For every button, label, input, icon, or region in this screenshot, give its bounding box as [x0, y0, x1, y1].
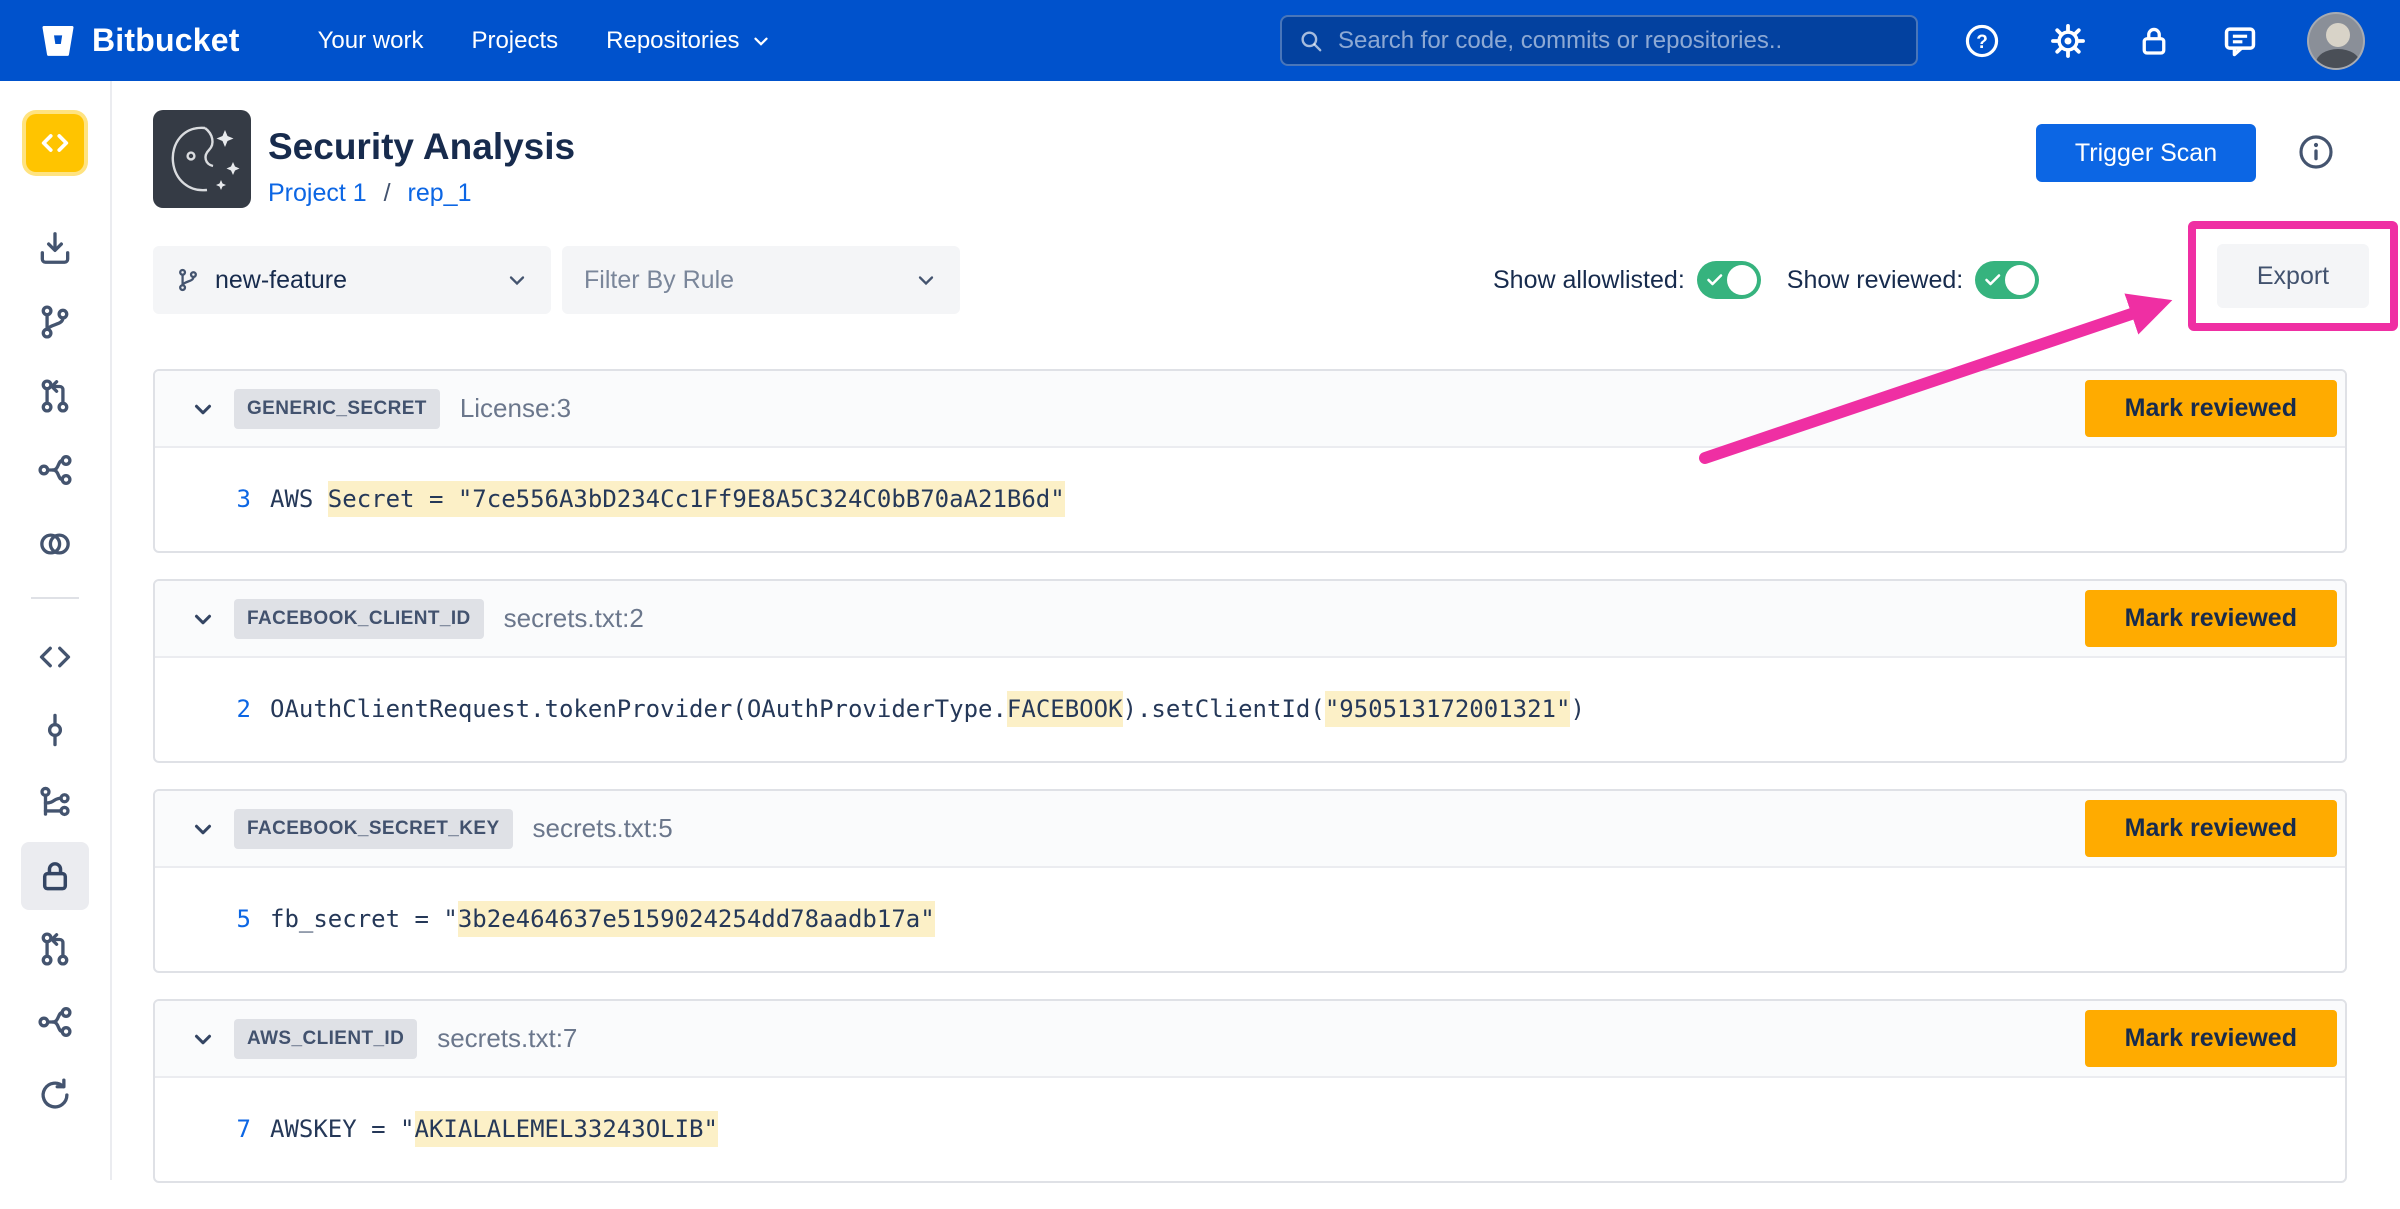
finding-header: GENERIC_SECRET License:3 Mark reviewed [155, 371, 2345, 448]
help-icon[interactable]: ? [1963, 22, 2001, 60]
left-sidebar [0, 81, 112, 1180]
pipelines-icon-2[interactable] [33, 1000, 77, 1044]
branch-selected-value: new-feature [215, 266, 347, 295]
code-line-number: 2 [191, 695, 251, 723]
svg-text:?: ? [1976, 31, 1988, 52]
search-input[interactable] [1338, 27, 1900, 55]
rule-badge: AWS_CLIENT_ID [234, 1019, 417, 1059]
info-icon[interactable] [2294, 130, 2338, 174]
chevron-down-icon[interactable] [188, 1024, 218, 1054]
finding-card: GENERIC_SECRET License:3 Mark reviewed 3… [153, 369, 2347, 553]
user-avatar[interactable] [2307, 12, 2365, 70]
finding-code-row: 3 AWS Secret = "7ce556A3bD234Cc1Ff9E8A5C… [155, 448, 2345, 549]
mark-reviewed-button[interactable]: Mark reviewed [2085, 590, 2337, 647]
brand-name: Bitbucket [92, 22, 240, 59]
lock-icon[interactable] [2135, 22, 2173, 60]
code-line: fb_secret = "3b2e464637e5159024254dd78aa… [270, 905, 935, 933]
show-allowlisted-label: Show allowlisted: [1493, 266, 1685, 295]
project-avatar [153, 110, 251, 208]
finding-code-row: 7 AWSKEY = "AKIALALEMEL33243OLIB" [155, 1078, 2345, 1179]
chevron-down-icon [505, 268, 529, 292]
source-code-icon[interactable] [33, 635, 77, 679]
nav-links: Your work Projects Repositories [318, 27, 772, 55]
bitbucket-mark-icon [38, 21, 78, 61]
code-line: AWSKEY = "AKIALALEMEL33243OLIB" [270, 1115, 718, 1143]
finding-code-row: 2 OAuthClientRequest.tokenProvider(OAuth… [155, 658, 2345, 759]
breadcrumb-project-link[interactable]: Project 1 [268, 179, 367, 207]
nav-right-icons: ? [1963, 0, 2365, 81]
bitbucket-logo[interactable]: Bitbucket [38, 21, 240, 61]
branch-icon[interactable] [33, 300, 77, 344]
deployments-icon[interactable] [33, 522, 77, 566]
rule-filter-placeholder: Filter By Rule [584, 266, 734, 295]
mark-reviewed-button[interactable]: Mark reviewed [2085, 380, 2337, 437]
rule-badge: FACEBOOK_CLIENT_ID [234, 599, 484, 639]
page-title: Security Analysis [268, 125, 575, 169]
finding-card: AWS_CLIENT_ID secrets.txt:7 Mark reviewe… [153, 999, 2347, 1183]
global-search[interactable] [1280, 15, 1918, 66]
chevron-down-icon[interactable] [188, 814, 218, 844]
toggle-knob [1727, 265, 1757, 295]
show-reviewed-toggle[interactable] [1975, 261, 2039, 299]
chevron-down-icon [914, 268, 938, 292]
branch-selector[interactable]: new-feature [153, 246, 551, 314]
finding-location: secrets.txt:2 [504, 603, 644, 634]
chevron-down-icon[interactable] [188, 394, 218, 424]
toggle-knob [2005, 265, 2035, 295]
finding-card: FACEBOOK_SECRET_KEY secrets.txt:5 Mark r… [153, 789, 2347, 973]
show-reviewed-label: Show reviewed: [1787, 266, 1963, 295]
nav-item-your-work[interactable]: Your work [318, 27, 424, 55]
annotation-highlight-box: Export [2188, 221, 2398, 331]
breadcrumb: Project 1 / rep_1 [268, 179, 575, 208]
sync-icon[interactable] [33, 1073, 77, 1117]
rule-badge: GENERIC_SECRET [234, 389, 440, 429]
security-lock-icon [36, 857, 74, 895]
rule-badge: FACEBOOK_SECRET_KEY [234, 809, 513, 849]
check-icon [1705, 270, 1725, 290]
pipelines-icon[interactable] [33, 448, 77, 492]
branches-icon[interactable] [33, 781, 77, 825]
finding-code-row: 5 fb_secret = "3b2e464637e5159024254dd78… [155, 868, 2345, 969]
clone-icon[interactable] [33, 226, 77, 270]
findings-list: GENERIC_SECRET License:3 Mark reviewed 3… [153, 369, 2347, 1209]
nav-item-projects[interactable]: Projects [471, 27, 558, 55]
show-allowlisted-toggle[interactable] [1697, 261, 1761, 299]
chevron-down-icon [750, 30, 772, 52]
pull-requests-icon[interactable] [33, 927, 77, 971]
finding-card: FACEBOOK_CLIENT_ID secrets.txt:2 Mark re… [153, 579, 2347, 763]
trigger-scan-button[interactable]: Trigger Scan [2036, 124, 2256, 182]
repository-avatar[interactable] [26, 114, 84, 172]
nav-item-repositories[interactable]: Repositories [606, 27, 771, 55]
toggle-row: Show allowlisted: Show reviewed: [1493, 246, 2039, 314]
export-button[interactable]: Export [2217, 244, 2369, 308]
finding-location: secrets.txt:5 [533, 813, 673, 844]
code-line: AWS Secret = "7ce556A3bD234Cc1Ff9E8A5C32… [270, 485, 1065, 513]
code-line-number: 5 [191, 905, 251, 933]
check-icon [1983, 270, 2003, 290]
code-line-number: 3 [191, 485, 251, 513]
finding-location: secrets.txt:7 [437, 1023, 577, 1054]
finding-header: FACEBOOK_CLIENT_ID secrets.txt:2 Mark re… [155, 581, 2345, 658]
commits-icon[interactable] [33, 708, 77, 752]
rule-filter-selector[interactable]: Filter By Rule [562, 246, 960, 314]
sidebar-divider [31, 597, 79, 599]
branch-icon [175, 267, 201, 293]
sidebar-item-security[interactable] [33, 854, 77, 898]
code-line: OAuthClientRequest.tokenProvider(OAuthPr… [270, 695, 1585, 723]
finding-location: License:3 [460, 393, 571, 424]
code-line-number: 7 [191, 1115, 251, 1143]
breadcrumb-repo-link[interactable]: rep_1 [408, 179, 472, 207]
chevron-down-icon[interactable] [188, 604, 218, 634]
mark-reviewed-button[interactable]: Mark reviewed [2085, 1010, 2337, 1067]
top-nav: Bitbucket Your work Projects Repositorie… [0, 0, 2400, 81]
pull-request-icon[interactable] [33, 374, 77, 418]
main-content: Security Analysis Project 1 / rep_1 Trig… [112, 81, 2400, 1180]
mark-reviewed-button[interactable]: Mark reviewed [2085, 800, 2337, 857]
finding-header: FACEBOOK_SECRET_KEY secrets.txt:5 Mark r… [155, 791, 2345, 868]
breadcrumb-separator: / [384, 179, 391, 207]
feedback-icon[interactable] [2221, 22, 2259, 60]
finding-header: AWS_CLIENT_ID secrets.txt:7 Mark reviewe… [155, 1001, 2345, 1078]
search-icon [1298, 28, 1324, 54]
settings-gear-icon[interactable] [2049, 22, 2087, 60]
